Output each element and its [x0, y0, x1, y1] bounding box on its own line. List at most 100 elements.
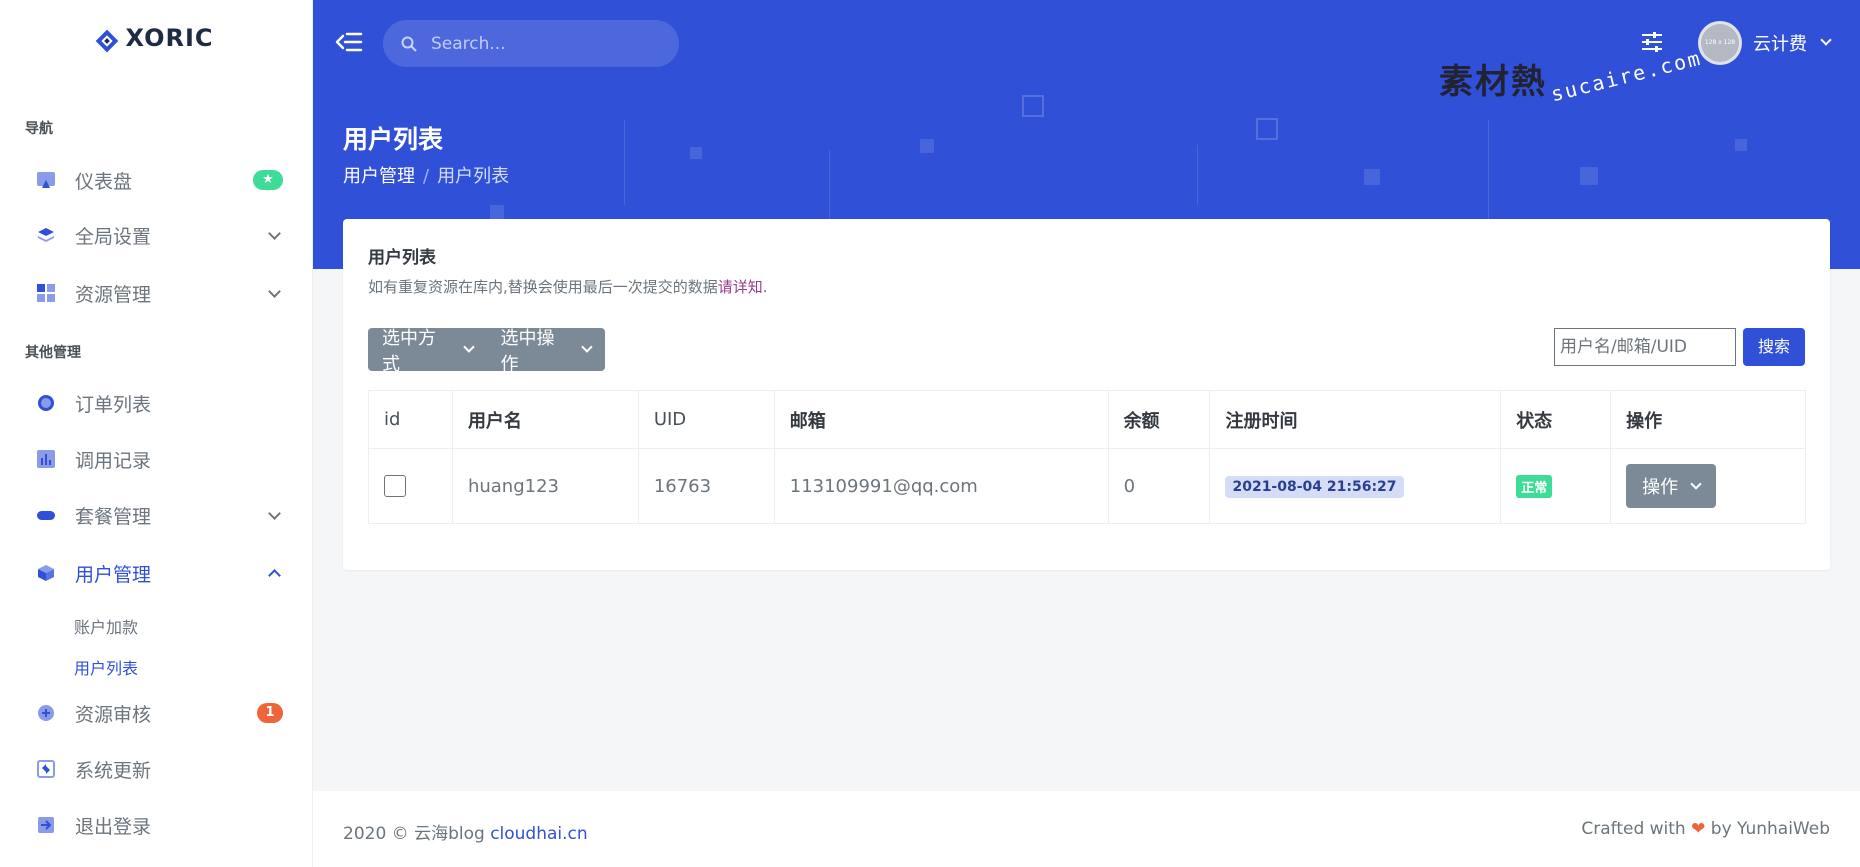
sidebar-item-label: 调用记录 [75, 449, 152, 472]
sidebar-item-dashboard[interactable]: 仪表盘 ★ [0, 160, 313, 200]
chevron-down-icon [268, 507, 281, 520]
user-list-card: 用户列表 如有重复资源在库内,替换会使用最后一次提交的数据请详知. 选中方式 选… [343, 219, 1830, 570]
watermark-cn: 素材熱 [1439, 62, 1547, 102]
sidebar-subitem-user-list[interactable]: 用户列表 [74, 655, 138, 679]
cell-username: huang123 [451, 448, 639, 524]
sidebar-item-label: 退出登录 [75, 815, 152, 838]
cube-icon [37, 564, 55, 582]
sidebar-item-package-management[interactable]: 套餐管理 [0, 495, 313, 535]
chevron-down-icon [463, 341, 475, 353]
page-title: 用户列表 [343, 125, 444, 154]
cell-status: 正常 [1500, 448, 1612, 524]
sidebar-subitem-account-topup[interactable]: 账户加款 [74, 614, 138, 638]
card-desc-end: . [762, 278, 768, 296]
bar-chart-icon [37, 450, 55, 468]
table-row: huang123 16763 113109991@qq.com 0 2021-0… [368, 448, 1806, 524]
decor-line [1197, 145, 1198, 205]
breadcrumb-item-user-management[interactable]: 用户管理 [343, 166, 415, 187]
footer-right-prefix: Crafted with [1581, 819, 1692, 839]
sidebar-item-logout[interactable]: 退出登录 [0, 805, 313, 845]
refresh-icon [37, 760, 55, 778]
decor-square [1022, 95, 1044, 117]
search-icon [401, 36, 417, 52]
decor-line [1488, 120, 1489, 220]
menu-collapse-icon [335, 32, 363, 52]
logo-icon [96, 29, 119, 53]
decor-square [490, 205, 504, 219]
row-select-cell [368, 448, 453, 524]
decor-square [1256, 118, 1278, 140]
cell-actions: 操作 [1610, 448, 1806, 524]
menu-toggle-button[interactable] [335, 30, 363, 54]
row-action-label: 操作 [1642, 477, 1679, 498]
breadcrumb: 用户管理 / 用户列表 [343, 162, 509, 188]
page-footer: 2020 © 云海blog cloudhai.cn Crafted with ❤… [313, 791, 1860, 867]
sidebar-item-system-update[interactable]: 系统更新 [0, 749, 313, 789]
sidebar-item-label: 资源审核 [75, 703, 152, 726]
decor-square [1364, 169, 1380, 185]
decor-square [1580, 167, 1598, 185]
chevron-down-icon [581, 341, 593, 353]
reg-time-badge: 2021-08-04 21:56:27 [1225, 475, 1404, 498]
section-title-other: 其他管理 [25, 345, 81, 361]
footer-credits: Crafted with ❤ by YunhaiWeb [1581, 819, 1830, 839]
heart-icon: ❤ [1691, 819, 1706, 839]
select-mode-label: 选中方式 [382, 327, 436, 375]
count-badge: 1 [257, 703, 283, 723]
breadcrumb-item-current: 用户列表 [437, 166, 510, 187]
row-checkbox[interactable] [384, 475, 406, 497]
footer-right-suffix: by YunhaiWeb [1705, 819, 1830, 839]
sidebar-item-resource-management[interactable]: 资源管理 [0, 273, 313, 313]
column-header-actions: 操作 [1610, 390, 1806, 449]
sidebar-item-label: 系统更新 [75, 759, 152, 782]
chevron-down-icon [1690, 477, 1702, 490]
column-header-email: 邮箱 [773, 390, 1109, 449]
search-bar[interactable] [383, 20, 679, 67]
sidebar-item-label: 仪表盘 [75, 170, 133, 193]
add-circle-icon [37, 704, 55, 722]
settings-sliders-button[interactable] [1640, 30, 1664, 54]
status-badge: 正常 [1516, 474, 1553, 498]
sidebar-item-label: 套餐管理 [75, 505, 152, 528]
search-button[interactable]: 搜索 [1743, 328, 1805, 366]
sidebar-item-order-list[interactable]: 订单列表 [0, 383, 313, 423]
chevron-down-icon [268, 285, 281, 298]
cell-email: 113109991@qq.com [773, 448, 1109, 524]
decor-line [624, 120, 625, 205]
footer-site-link[interactable]: cloudhai.cn [490, 824, 587, 844]
column-header-uid: UID [637, 390, 775, 449]
select-action-dropdown[interactable]: 选中操作 [487, 328, 606, 375]
sidebar-item-user-management[interactable]: 用户管理 [0, 553, 313, 593]
card-description: 如有重复资源在库内,替换会使用最后一次提交的数据请详知. [368, 276, 768, 297]
sign-out-icon [37, 816, 55, 834]
card-desc-text: 如有重复资源在库内,替换会使用最后一次提交的数据 [368, 278, 718, 296]
decor-square [920, 139, 934, 153]
chevron-down-icon[interactable] [1820, 34, 1832, 46]
decor-square [1735, 139, 1747, 151]
cell-reg-time: 2021-08-04 21:56:27 [1209, 448, 1502, 524]
select-mode-dropdown[interactable]: 选中方式 [368, 328, 487, 375]
user-filter-input[interactable] [1554, 328, 1736, 366]
star-badge: ★ [253, 170, 283, 190]
dashboard-icon [37, 171, 55, 189]
column-header-username: 用户名 [451, 390, 639, 449]
chevron-down-icon [268, 227, 281, 240]
column-header-reg-time: 注册时间 [1209, 390, 1502, 449]
row-action-dropdown[interactable]: 操作 [1626, 464, 1717, 508]
sidebar-item-label: 用户管理 [75, 563, 152, 586]
sidebar-item-global-settings[interactable]: 全局设置 [0, 215, 313, 255]
cell-balance: 0 [1107, 448, 1211, 524]
column-header-balance: 余额 [1107, 390, 1211, 449]
sidebar-item-label: 订单列表 [75, 393, 152, 416]
sidebar-item-resource-review[interactable]: 资源审核 1 [0, 693, 313, 733]
brand-logo[interactable]: XORIC [0, 24, 313, 53]
watermark: 素材熱 sucaire.com [1429, 44, 1704, 114]
sidebar-item-call-records[interactable]: 调用记录 [0, 439, 313, 479]
user-name[interactable]: 云计费 [1753, 30, 1807, 56]
card-desc-link[interactable]: 请详知 [718, 278, 763, 296]
search-input[interactable] [429, 32, 663, 55]
card-title: 用户列表 [368, 248, 436, 268]
watermark-en: sucaire.com [1548, 45, 1705, 107]
avatar[interactable]: 128 x 128 [1698, 21, 1742, 65]
chevron-up-icon [268, 569, 281, 582]
